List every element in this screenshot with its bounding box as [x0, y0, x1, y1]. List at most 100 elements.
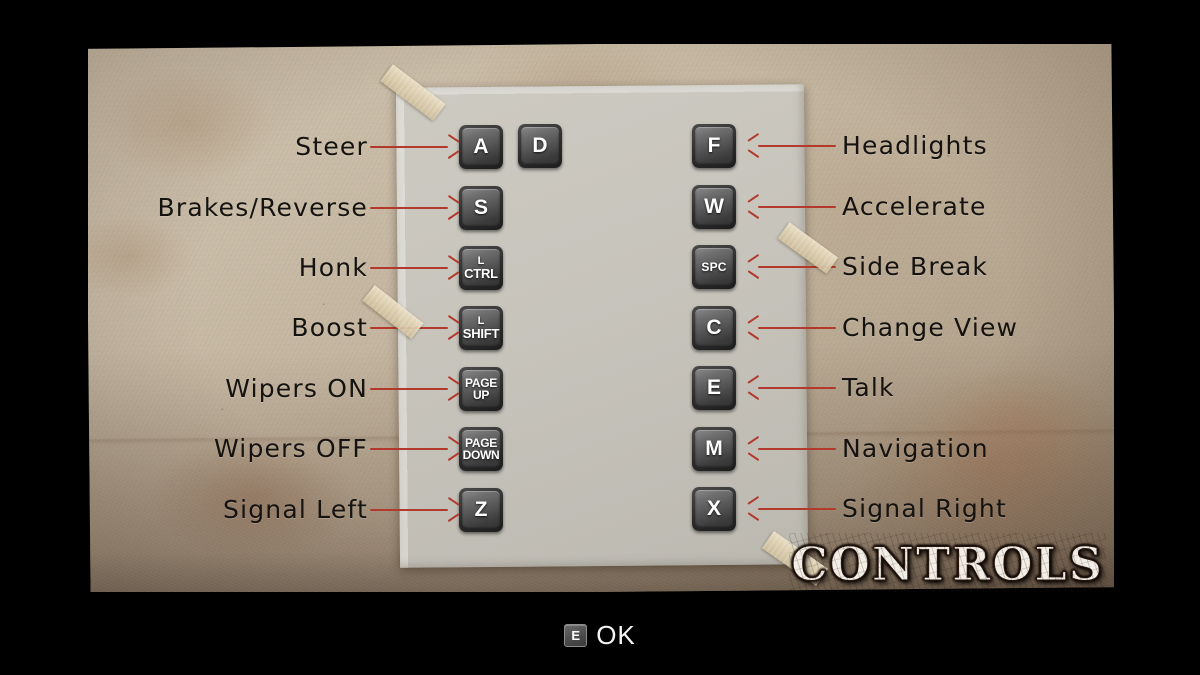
- control-label-headlights: Headlights: [842, 131, 988, 160]
- key-e[interactable]: E: [692, 366, 736, 410]
- key-label-line2: CTRL: [464, 265, 498, 281]
- arrow-shaft: [758, 387, 836, 390]
- key-face: PAGE UP: [462, 370, 500, 408]
- confirm-prompt[interactable]: E OK: [0, 620, 1200, 651]
- key-a[interactable]: A: [459, 125, 503, 169]
- page-title: CONTROLS: [789, 533, 1106, 595]
- key-label-line2: DOWN: [462, 448, 500, 462]
- key-label: SPC: [701, 259, 727, 274]
- arrow-head: [747, 253, 760, 280]
- key-face: X: [695, 490, 733, 528]
- key-w[interactable]: W: [692, 185, 736, 229]
- control-label-signal-left: Signal Left: [223, 495, 368, 524]
- key-label: S: [473, 196, 488, 220]
- key-page-up[interactable]: PAGE UP: [459, 367, 503, 411]
- key-face: C: [695, 309, 733, 347]
- arrow-shaft: [370, 207, 448, 210]
- key-label: M: [705, 437, 723, 461]
- arrow-wipers-off: [370, 435, 460, 462]
- arrow-head: [446, 254, 460, 281]
- control-label-navigation: Navigation: [842, 434, 989, 463]
- arrow-head: [446, 194, 460, 221]
- arrow-head: [446, 496, 460, 523]
- key-left-shift[interactable]: L SHIFT: [459, 306, 503, 350]
- prompt-action-label: OK: [596, 620, 636, 650]
- arrow-head: [747, 193, 760, 220]
- control-label-boost: Boost: [291, 313, 368, 342]
- key-s[interactable]: S: [459, 186, 503, 230]
- key-face: SPC: [695, 248, 733, 286]
- arrow-shaft: [370, 448, 448, 451]
- arrow-shaft: [758, 448, 836, 451]
- key-label: A: [473, 135, 489, 159]
- arrow-head: [747, 132, 760, 159]
- key-face: M: [695, 430, 733, 468]
- control-label-change-view: Change View: [842, 313, 1019, 342]
- key-face: W: [695, 188, 733, 226]
- control-label-accelerate: Accelerate: [842, 192, 987, 221]
- arrow-head: [446, 435, 460, 462]
- arrow-brakes-reverse: [370, 194, 460, 221]
- arrow-shaft: [758, 145, 836, 148]
- key-z[interactable]: Z: [459, 488, 503, 532]
- control-label-side-break: Side Break: [842, 252, 989, 281]
- arrow-signal-left: [370, 496, 460, 523]
- letterbox-top: [0, 0, 1200, 44]
- arrow-head: [446, 133, 460, 160]
- key-face: S: [462, 189, 500, 227]
- arrow-shaft: [758, 327, 836, 330]
- key-label-line2: UP: [472, 388, 490, 402]
- key-left-ctrl[interactable]: L CTRL: [459, 246, 503, 290]
- key-c[interactable]: C: [692, 306, 736, 350]
- prompt-key-e[interactable]: E: [564, 624, 588, 647]
- arrow-shaft: [370, 267, 448, 270]
- letterbox-right: [1114, 0, 1200, 675]
- arrow-steer: [370, 133, 460, 160]
- control-label-wipers-on: Wipers ON: [225, 374, 368, 403]
- key-d[interactable]: D: [518, 124, 562, 168]
- arrow-shaft: [758, 206, 836, 209]
- key-face: PAGE DOWN: [462, 430, 500, 468]
- arrow-shaft: [758, 508, 836, 511]
- key-face: A: [462, 128, 500, 166]
- arrow-signal-right: [747, 495, 836, 522]
- control-label-signal-right: Signal Right: [842, 494, 1007, 523]
- arrow-wipers-on: [370, 375, 460, 402]
- arrow-honk: [370, 254, 460, 281]
- arrow-head: [446, 375, 460, 402]
- key-label: E: [706, 376, 721, 400]
- control-label-honk: Honk: [298, 253, 368, 282]
- game-screen: Steer A D Brakes/Reverse S Honk L CTRL B: [0, 0, 1200, 675]
- arrow-change-view: [747, 314, 836, 341]
- key-x[interactable]: X: [692, 487, 736, 531]
- arrow-talk: [747, 374, 836, 401]
- key-face: L SHIFT: [462, 309, 500, 347]
- arrow-head: [747, 374, 760, 401]
- arrow-head: [747, 435, 760, 462]
- arrow-head: [446, 314, 460, 341]
- arrow-shaft: [370, 388, 448, 391]
- control-label-brakes-reverse: Brakes/Reverse: [157, 193, 368, 222]
- letterbox-left: [0, 0, 88, 675]
- key-face: D: [521, 127, 559, 165]
- arrow-headlights: [747, 132, 836, 159]
- arrow-head: [747, 314, 760, 341]
- key-label: W: [704, 195, 724, 219]
- control-label-steer: Steer: [295, 132, 368, 161]
- key-label: C: [706, 316, 722, 340]
- arrow-navigation: [747, 435, 836, 462]
- key-face: F: [695, 127, 733, 165]
- key-f[interactable]: F: [692, 124, 736, 168]
- key-label: D: [532, 134, 548, 158]
- key-face: Z: [462, 491, 500, 529]
- control-label-talk: Talk: [842, 373, 895, 402]
- key-space[interactable]: SPC: [692, 245, 736, 289]
- key-label: X: [706, 497, 721, 521]
- arrow-accelerate: [747, 193, 836, 220]
- key-m[interactable]: M: [692, 427, 736, 471]
- key-label: Z: [474, 498, 488, 522]
- arrow-head: [747, 495, 760, 522]
- control-label-wipers-off: Wipers OFF: [213, 434, 368, 463]
- key-page-down[interactable]: PAGE DOWN: [459, 427, 503, 471]
- arrow-shaft: [370, 509, 448, 512]
